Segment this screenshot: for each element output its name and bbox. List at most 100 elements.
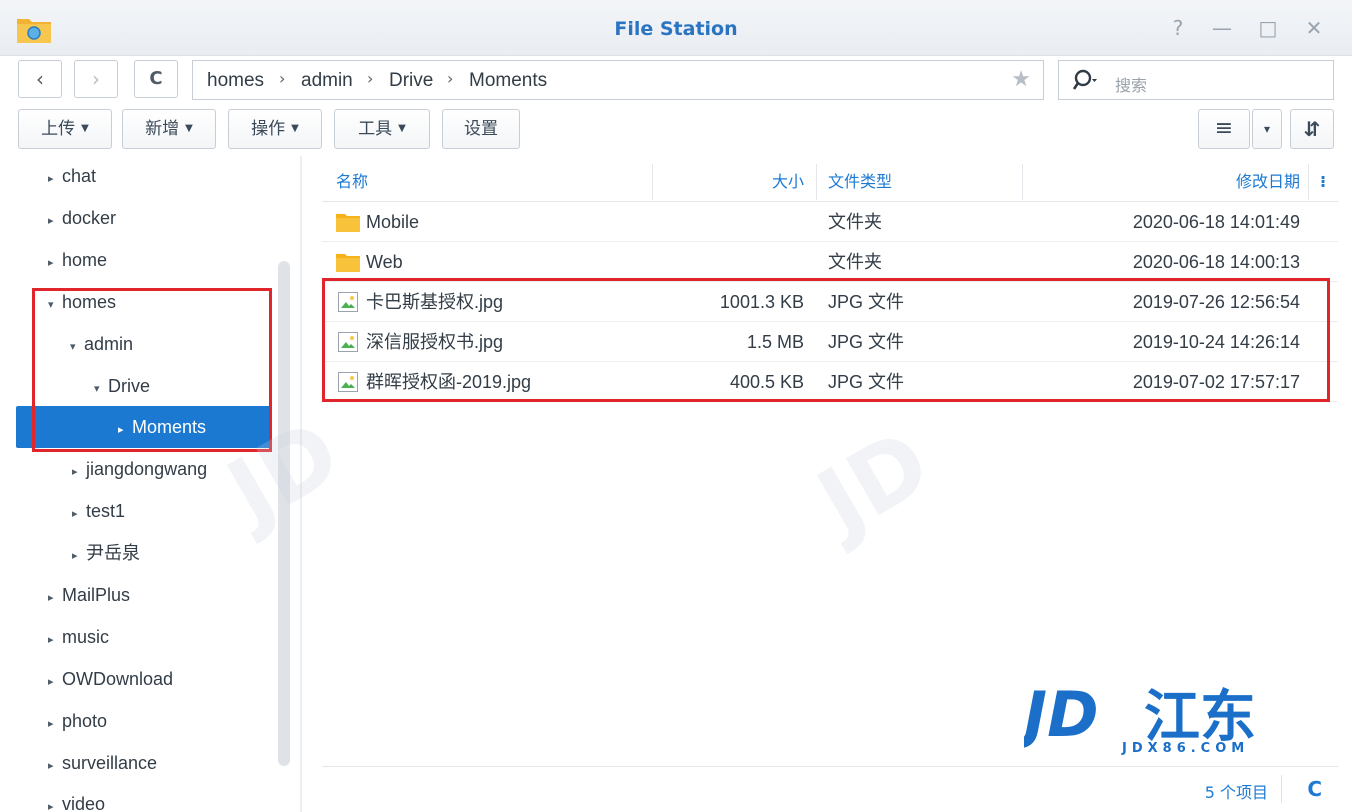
- tree-item-label: Moments: [132, 417, 207, 437]
- file-modified: 2020-06-18 14:01:49: [1132, 212, 1300, 232]
- forward-button[interactable]: ›: [74, 60, 118, 98]
- column-header-size[interactable]: 大小: [654, 162, 804, 202]
- file-name: 群晖授权函-2019.jpg: [366, 372, 532, 392]
- title-bar: File Station ? — □ ✕: [0, 0, 1352, 56]
- folder-icon: [336, 214, 360, 232]
- settings-button[interactable]: 设置: [442, 109, 520, 149]
- tree-item-jiangdongwang[interactable]: ▸ jiangdongwang: [72, 449, 207, 489]
- collapse-arrow-icon[interactable]: ▾: [70, 327, 84, 367]
- tree-item-label: video: [62, 794, 106, 812]
- tree-item-music[interactable]: ▸ music: [48, 617, 109, 657]
- file-type: JPG 文件: [828, 372, 905, 392]
- close-button[interactable]: ✕: [1302, 16, 1326, 40]
- tree-item-admin[interactable]: ▾ admin: [70, 324, 133, 364]
- expand-arrow-icon[interactable]: ▸: [72, 494, 86, 534]
- action-button[interactable]: 操作 ▼: [228, 109, 322, 149]
- file-row[interactable]: 卡巴斯基授权.jpg 1001.3 KB JPG 文件 2019-07-26 1…: [322, 282, 1338, 322]
- tree-item-drive[interactable]: ▾ Drive: [94, 366, 150, 406]
- tree-item-home[interactable]: ▸ home: [48, 240, 107, 280]
- tree-item-chat[interactable]: ▸ chat: [48, 156, 96, 196]
- collapse-arrow-icon[interactable]: ▾: [48, 285, 62, 325]
- tree-item-moments[interactable]: ▸ Moments: [118, 407, 206, 447]
- column-divider[interactable]: [1308, 164, 1309, 200]
- column-header-name[interactable]: 名称: [336, 162, 368, 202]
- tree-item-label: homes: [62, 292, 117, 312]
- file-modified: 2020-06-18 14:00:13: [1132, 252, 1300, 272]
- file-modified: 2019-07-26 12:56:54: [1132, 292, 1300, 312]
- tools-button[interactable]: 工具 ▼: [334, 109, 430, 149]
- tree-item-label: photo: [62, 711, 108, 731]
- file-row[interactable]: 深信服授权书.jpg 1.5 MB JPG 文件 2019-10-24 14:2…: [322, 322, 1338, 362]
- tree-item-docker[interactable]: ▸ docker: [48, 198, 116, 238]
- tree-item-video[interactable]: ▸ video: [48, 784, 105, 812]
- list-view-button[interactable]: ≡: [1198, 109, 1250, 149]
- column-options-icon[interactable]: ⁝: [1320, 162, 1326, 202]
- expand-arrow-icon[interactable]: ▸: [48, 620, 62, 660]
- view-dropdown-button[interactable]: ▾: [1252, 109, 1282, 149]
- column-header-modified[interactable]: 修改日期: [1024, 162, 1300, 202]
- tree-item-owdownload[interactable]: ▸ OWDownload: [48, 659, 173, 699]
- folder-icon: [336, 254, 360, 272]
- column-divider[interactable]: [1022, 164, 1023, 200]
- tree-item-homes[interactable]: ▾ homes: [48, 282, 116, 322]
- breadcrumb[interactable]: homes › admin › Drive › Moments ★: [192, 60, 1044, 100]
- expand-arrow-icon[interactable]: ▸: [48, 578, 62, 618]
- jd-brand-logo: JD 江东 JDX86.COM: [1024, 680, 1256, 756]
- tree-item-label: admin: [84, 334, 134, 354]
- sort-button[interactable]: ⇵: [1290, 109, 1334, 149]
- breadcrumb-drive[interactable]: Drive: [389, 70, 433, 92]
- refresh-button[interactable]: C: [134, 60, 178, 98]
- tree-item-test1[interactable]: ▸ test1: [72, 491, 125, 531]
- expand-arrow-icon[interactable]: ▸: [48, 787, 62, 812]
- file-type: 文件夹: [828, 212, 882, 232]
- expand-arrow-icon[interactable]: ▸: [48, 746, 62, 786]
- expand-arrow-icon[interactable]: ▸: [48, 201, 62, 241]
- back-button[interactable]: ‹: [18, 60, 62, 98]
- favorite-star-icon[interactable]: ★: [1011, 67, 1031, 92]
- search-placeholder: 搜索: [1115, 76, 1148, 95]
- breadcrumb-admin[interactable]: admin: [301, 70, 353, 92]
- tree-item-mailplus[interactable]: ▸ MailPlus: [48, 575, 130, 615]
- minimize-button[interactable]: —: [1210, 16, 1234, 40]
- expand-arrow-icon[interactable]: ▸: [48, 662, 62, 702]
- expand-arrow-icon[interactable]: ▸: [118, 410, 132, 450]
- file-type: JPG 文件: [828, 332, 905, 352]
- file-size: 400.5 KB: [729, 372, 804, 392]
- file-row[interactable]: Mobile 文件夹 2020-06-18 14:01:49: [322, 202, 1338, 242]
- create-button[interactable]: 新增 ▼: [122, 109, 216, 149]
- file-row[interactable]: Web 文件夹 2020-06-18 14:00:13: [322, 242, 1338, 282]
- column-divider[interactable]: [652, 164, 653, 200]
- window-title: File Station: [614, 18, 738, 40]
- tree-item-surveillance[interactable]: ▸ surveillance: [48, 743, 157, 783]
- file-name: Mobile: [366, 212, 420, 232]
- chevron-down-icon: ▼: [291, 123, 299, 134]
- breadcrumb-moments[interactable]: Moments: [469, 70, 547, 92]
- breadcrumb-homes[interactable]: homes: [207, 70, 264, 92]
- sidebar-scrollbar[interactable]: [278, 261, 290, 766]
- tree-item-user[interactable]: ▸ 尹岳泉: [72, 533, 140, 573]
- svg-text:JDX86.COM: JDX86.COM: [1121, 741, 1249, 756]
- search-input[interactable]: 搜索: [1058, 60, 1334, 100]
- maximize-button[interactable]: □: [1256, 16, 1280, 40]
- expand-arrow-icon[interactable]: ▸: [48, 704, 62, 744]
- file-type: 文件夹: [828, 252, 882, 272]
- expand-arrow-icon[interactable]: ▸: [72, 452, 86, 492]
- tree-item-label: home: [62, 250, 108, 270]
- breadcrumb-separator: ›: [279, 69, 286, 88]
- help-icon[interactable]: ?: [1166, 16, 1190, 40]
- expand-arrow-icon[interactable]: ▸: [72, 536, 86, 576]
- column-divider[interactable]: [816, 164, 817, 200]
- search-icon[interactable]: [1071, 68, 1097, 94]
- file-list-header: 名称 大小 文件类型 修改日期 ⁝: [322, 162, 1338, 202]
- expand-arrow-icon[interactable]: ▸: [48, 243, 62, 283]
- refresh-icon[interactable]: C: [1307, 777, 1322, 801]
- file-size: 1001.3 KB: [719, 292, 804, 312]
- sidebar-divider: [300, 156, 302, 812]
- upload-button[interactable]: 上传 ▼: [18, 109, 112, 149]
- tree-item-label: jiangdongwang: [86, 459, 208, 479]
- collapse-arrow-icon[interactable]: ▾: [94, 369, 108, 409]
- tree-item-photo[interactable]: ▸ photo: [48, 701, 107, 741]
- column-header-type[interactable]: 文件类型: [828, 162, 892, 202]
- file-row[interactable]: 群晖授权函-2019.jpg 400.5 KB JPG 文件 2019-07-0…: [322, 362, 1338, 402]
- expand-arrow-icon[interactable]: ▸: [48, 159, 62, 199]
